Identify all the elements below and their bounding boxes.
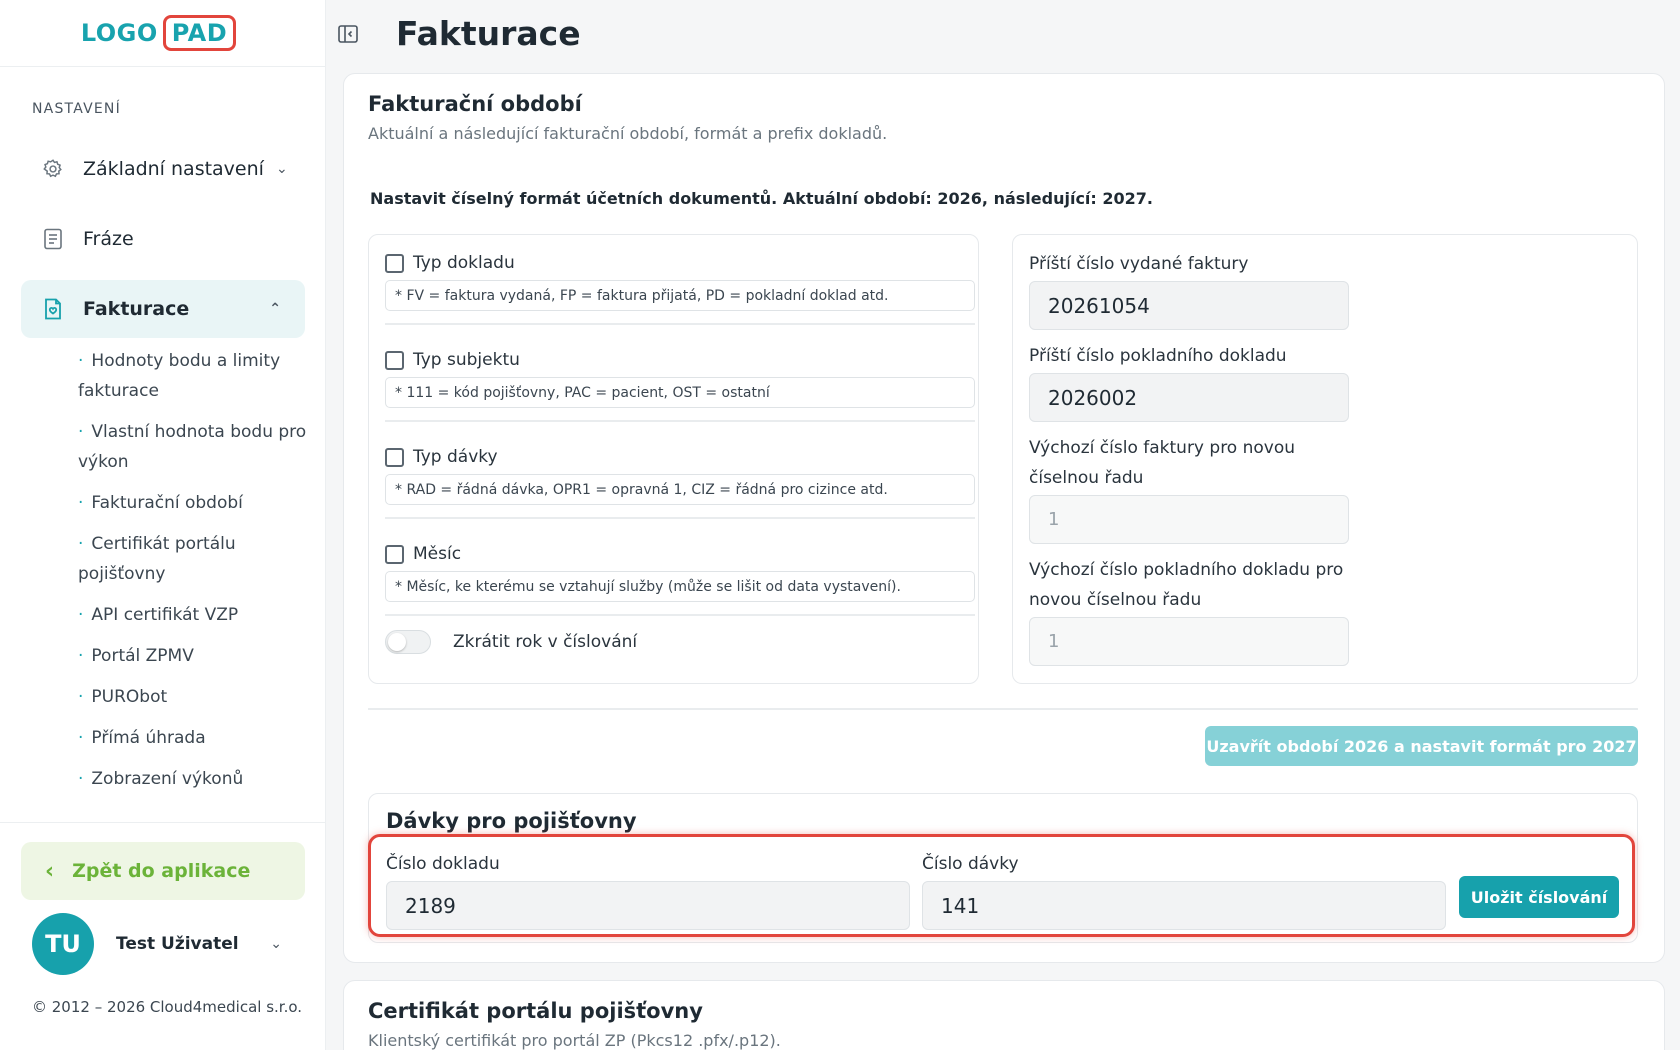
submenu-item[interactable]: Zobrazení výkonů bbox=[78, 764, 308, 794]
default-cash-doc-label: Výchozí číslo pokladního dokladu pro nov… bbox=[1029, 555, 1349, 615]
option-document-type: Typ dokladu * FV = faktura vydaná, FP = … bbox=[385, 253, 975, 325]
document-icon bbox=[41, 227, 65, 251]
sidebar: LOGO PAD NASTAVENÍ Základní nastavení ⌄ … bbox=[0, 0, 326, 1050]
billing-period-title: Fakturační období bbox=[368, 92, 582, 116]
default-cash-doc-label-line: novou číselnou řadu bbox=[1029, 590, 1202, 610]
default-invoice-input[interactable]: 1 bbox=[1029, 495, 1349, 544]
divider bbox=[385, 517, 975, 519]
submenu-item[interactable]: Přímá úhrada bbox=[78, 723, 308, 753]
back-to-app-button[interactable]: ‹ Zpět do aplikace bbox=[21, 842, 305, 900]
chevron-down-icon: ⌄ bbox=[275, 161, 288, 177]
sidebar-collapse-icon[interactable] bbox=[336, 22, 360, 46]
sidebar-item-label: Fráze bbox=[83, 228, 134, 250]
divider bbox=[385, 420, 975, 422]
option-hint: * Měsíc, ke kterému se vztahují služby (… bbox=[385, 571, 975, 602]
billing-period-intro: Nastavit číselný formát účetních dokumen… bbox=[370, 189, 1153, 208]
user-menu[interactable]: TU Test Uživatel ⌄ bbox=[32, 913, 282, 975]
submenu-item[interactable]: Fakturační období bbox=[78, 488, 308, 518]
insurance-certificate-subtitle: Klientský certifikát pro portál ZP (Pkcs… bbox=[368, 1031, 781, 1050]
divider bbox=[385, 323, 975, 325]
header: Fakturace bbox=[326, 0, 1680, 67]
next-invoice-input[interactable]: 20261054 bbox=[1029, 281, 1349, 330]
submenu-item[interactable]: Vlastní hodnota bodu pro výkon bbox=[78, 417, 308, 477]
format-options-box: Typ dokladu * FV = faktura vydaná, FP = … bbox=[368, 234, 979, 684]
sidebar-item-label: Fakturace bbox=[83, 298, 190, 320]
divider bbox=[368, 708, 1638, 710]
month-checkbox[interactable] bbox=[385, 544, 404, 564]
logo-row: LOGO PAD bbox=[0, 0, 325, 67]
chevron-left-icon: ‹ bbox=[45, 858, 55, 884]
invoicing-submenu: Hodnoty bodu a limity fakturace Vlastní … bbox=[78, 346, 308, 805]
option-hint: * 111 = kód pojišťovny, PAC = pacient, O… bbox=[385, 377, 975, 408]
logo-text: LOGO bbox=[80, 19, 158, 47]
chevron-up-icon: ⌃ bbox=[269, 301, 281, 317]
highlight-annotation bbox=[368, 834, 1635, 937]
option-subject-type: Typ subjektu * 111 = kód pojišťovny, PAC… bbox=[385, 350, 975, 422]
default-invoice-label-line: Výchozí číslo faktury pro novou bbox=[1029, 438, 1296, 458]
shorten-year-toggle[interactable] bbox=[385, 630, 431, 654]
chevron-down-icon: ⌄ bbox=[270, 936, 282, 952]
option-hint: * FV = faktura vydaná, FP = faktura přij… bbox=[385, 280, 975, 311]
sidebar-item-label: Základní nastavení bbox=[83, 158, 264, 180]
user-name: Test Uživatel bbox=[116, 934, 239, 954]
batch-type-checkbox[interactable] bbox=[385, 447, 404, 467]
insurance-certificate-title: Certifikát portálu pojišťovny bbox=[368, 999, 703, 1023]
submenu-item[interactable]: Hodnoty bodu a limity fakturace bbox=[78, 346, 308, 406]
logo[interactable]: LOGO PAD bbox=[80, 15, 237, 51]
submenu-item[interactable]: Portál ZPMV bbox=[78, 641, 308, 671]
option-label: Typ dokladu bbox=[413, 253, 515, 273]
document-type-checkbox[interactable] bbox=[385, 253, 404, 273]
option-label: Měsíc bbox=[413, 544, 462, 564]
submenu-item[interactable]: PURObot bbox=[78, 682, 308, 712]
avatar: TU bbox=[32, 913, 94, 975]
subject-type-checkbox[interactable] bbox=[385, 350, 404, 370]
submenu-item[interactable]: API certifikát VZP bbox=[78, 600, 308, 630]
gear-icon bbox=[41, 157, 65, 181]
insurance-batches-title: Dávky pro pojišťovny bbox=[386, 809, 637, 833]
insurance-certificate-card: Certifikát portálu pojišťovny Klientský … bbox=[343, 980, 1665, 1050]
sidebar-item-phrases[interactable]: Fráze bbox=[21, 210, 305, 268]
nav-section-title: NASTAVENÍ bbox=[32, 101, 121, 117]
next-cash-doc-input[interactable]: 2026002 bbox=[1029, 373, 1349, 422]
sidebar-divider bbox=[0, 822, 326, 823]
page-title: Fakturace bbox=[396, 14, 581, 53]
close-period-button[interactable]: Uzavřít období 2026 a nastavit formát pr… bbox=[1205, 726, 1638, 766]
billing-period-subtitle: Aktuální a následující fakturační období… bbox=[368, 124, 888, 143]
default-cash-doc-label-line: Výchozí číslo pokladního dokladu pro bbox=[1029, 560, 1344, 580]
logo-pad-text: PAD bbox=[162, 15, 237, 51]
shorten-year-row: Zkrátit rok v číslování bbox=[385, 630, 975, 654]
option-label: Typ subjektu bbox=[413, 350, 520, 370]
option-month: Měsíc * Měsíc, ke kterému se vztahují sl… bbox=[385, 544, 975, 616]
copyright: © 2012 – 2026 Cloud4medical s.r.o. bbox=[32, 998, 303, 1016]
default-invoice-label-line: číselnou řadu bbox=[1029, 468, 1144, 488]
back-to-app-label: Zpět do aplikace bbox=[72, 860, 251, 882]
sidebar-item-invoicing[interactable]: Fakturace ⌃ bbox=[21, 280, 305, 338]
next-cash-doc-label: Příští číslo pokladního dokladu bbox=[1029, 346, 1287, 366]
default-cash-doc-input[interactable]: 1 bbox=[1029, 617, 1349, 666]
number-fields-box: Příští číslo vydané faktury 20261054 Pří… bbox=[1012, 234, 1638, 684]
option-batch-type: Typ dávky * RAD = řádná dávka, OPR1 = op… bbox=[385, 447, 975, 519]
sidebar-item-basic-settings[interactable]: Základní nastavení ⌄ bbox=[21, 140, 305, 198]
next-invoice-label: Příští číslo vydané faktury bbox=[1029, 254, 1249, 274]
invoice-icon bbox=[41, 297, 65, 321]
option-hint: * RAD = řádná dávka, OPR1 = opravná 1, C… bbox=[385, 474, 975, 505]
submenu-item[interactable]: Certifikát portálu pojišťovny bbox=[78, 529, 308, 589]
shorten-year-label: Zkrátit rok v číslování bbox=[453, 632, 638, 652]
billing-period-card: Fakturační období Aktuální a následující… bbox=[343, 73, 1665, 963]
default-invoice-label: Výchozí číslo faktury pro novou číselnou… bbox=[1029, 433, 1349, 493]
divider bbox=[385, 614, 975, 616]
option-label: Typ dávky bbox=[413, 447, 498, 467]
